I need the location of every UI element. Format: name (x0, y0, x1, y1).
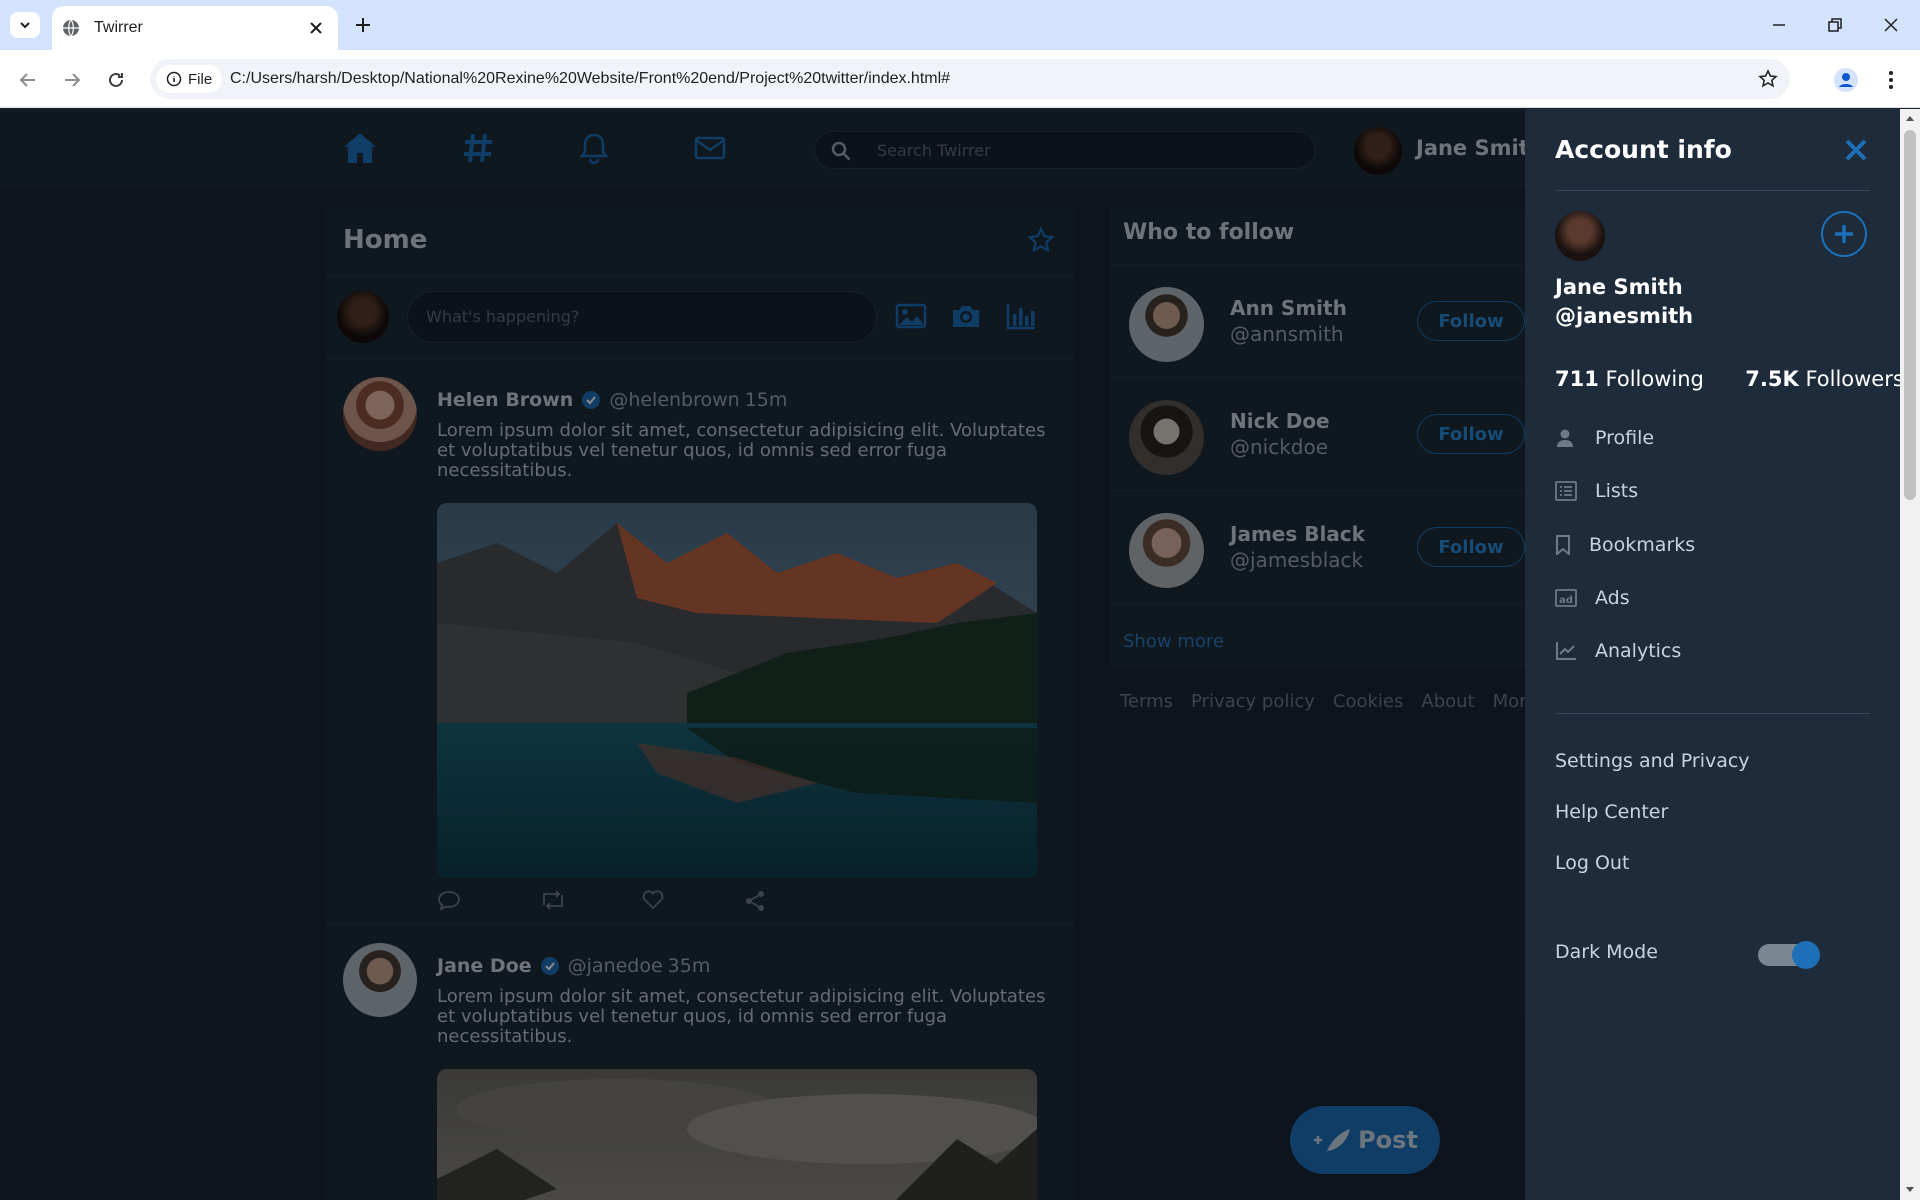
analytics-chart-icon (1556, 642, 1576, 660)
dark-mode-label: Dark Mode (1555, 941, 1658, 963)
drawer-user-handle: @janesmith (1555, 304, 1694, 328)
followers-label[interactable]: Followers (1805, 367, 1900, 391)
toggle-knob (1792, 941, 1820, 969)
close-icon[interactable] (1843, 137, 1869, 163)
account-info-drawer: Account info Jane Smith @janesmith 711 F… (1525, 109, 1900, 1200)
browser-toolbar: File C:/Users/harsh/Desktop/National%20R… (0, 50, 1920, 108)
add-account-button[interactable] (1821, 211, 1867, 257)
info-icon (166, 71, 182, 87)
following-label[interactable]: Following (1606, 367, 1704, 391)
bookmark-icon (1556, 535, 1570, 555)
scroll-down-icon[interactable] (1905, 1186, 1915, 1194)
browser-profile-icon[interactable] (1834, 68, 1858, 92)
menu-item-label: Ads (1595, 587, 1630, 609)
followers-count[interactable]: 7.5K (1745, 367, 1798, 391)
address-bar[interactable]: File C:/Users/harsh/Desktop/National%20R… (150, 59, 1790, 99)
menu-item-label: Lists (1595, 480, 1639, 502)
browser-tabstrip: Twirrer (0, 0, 1920, 50)
globe-icon (63, 19, 79, 37)
tab-search-button[interactable] (10, 12, 40, 38)
restore-icon[interactable] (1826, 16, 1844, 34)
browser-tab[interactable]: Twirrer (52, 6, 338, 50)
chevron-down-icon (20, 22, 30, 29)
window-close-icon[interactable] (1882, 16, 1900, 34)
menu-item-lists[interactable]: Lists (1555, 480, 1638, 502)
forward-icon[interactable] (62, 70, 82, 90)
back-icon[interactable] (18, 70, 38, 90)
menu-item-label: Analytics (1595, 640, 1682, 662)
scroll-up-icon[interactable] (1905, 114, 1915, 122)
log-out-link[interactable]: Log Out (1555, 852, 1629, 874)
reload-icon[interactable] (106, 70, 126, 90)
site-info-chip[interactable]: File (156, 65, 223, 93)
divider (1555, 713, 1870, 714)
bookmark-star-icon[interactable] (1758, 69, 1778, 89)
plus-icon (1835, 225, 1853, 243)
page-scrollbar[interactable] (1900, 109, 1920, 1200)
divider (1555, 190, 1870, 191)
url-text[interactable]: C:/Users/harsh/Desktop/National%20Rexine… (230, 70, 950, 88)
scrollbar-thumb[interactable] (1904, 130, 1916, 500)
minimize-icon[interactable] (1770, 16, 1788, 34)
new-tab-icon[interactable] (354, 16, 372, 34)
menu-item-ads[interactable]: ad Ads (1555, 587, 1630, 609)
dark-mode-toggle[interactable] (1758, 941, 1820, 969)
site-info-label: File (188, 70, 213, 88)
menu-item-label: Bookmarks (1589, 534, 1696, 556)
avatar[interactable] (1555, 211, 1605, 261)
menu-item-analytics[interactable]: Analytics (1555, 640, 1681, 662)
ad-icon: ad (1555, 589, 1577, 607)
page-viewport: Search Twirrer Jane Smith Home What's ha… (0, 109, 1900, 1200)
following-count[interactable]: 711 (1555, 367, 1599, 391)
user-icon (1557, 429, 1573, 447)
drawer-user-name: Jane Smith (1555, 275, 1683, 299)
svg-text:ad: ad (1559, 595, 1573, 606)
menu-item-profile[interactable]: Profile (1555, 427, 1654, 449)
settings-privacy-link[interactable]: Settings and Privacy (1555, 750, 1750, 772)
help-center-link[interactable]: Help Center (1555, 801, 1668, 823)
tab-title: Twirrer (94, 19, 143, 36)
menu-item-bookmarks[interactable]: Bookmarks (1555, 534, 1695, 556)
menu-kebab-icon[interactable] (1888, 70, 1894, 90)
menu-item-label: Profile (1595, 427, 1655, 449)
drawer-title: Account info (1555, 135, 1732, 164)
list-icon (1555, 481, 1577, 501)
close-icon[interactable] (308, 20, 324, 36)
follow-stats: 711 Following 7.5K Followers (1555, 367, 1900, 391)
modal-backdrop[interactable] (0, 109, 1525, 1200)
